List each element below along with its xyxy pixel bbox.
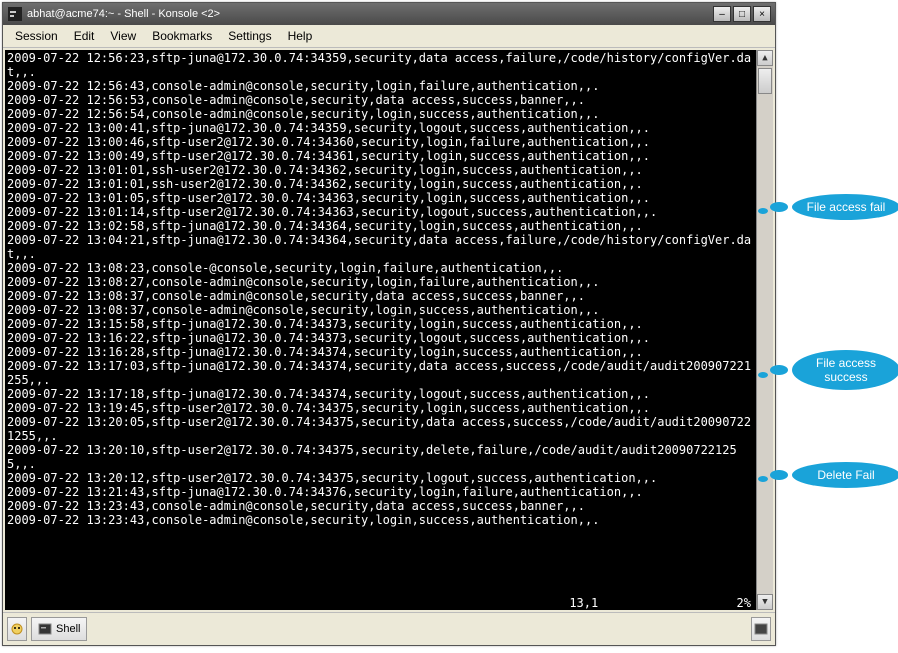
menu-view[interactable]: View [102, 27, 144, 45]
terminal-container: 2009-07-22 12:56:23,sftp-juna@172.30.0.7… [3, 48, 775, 612]
callout-file-access-success: File access success [792, 350, 898, 390]
log-line: 2009-07-22 13:16:28,sftp-juna@172.30.0.7… [7, 345, 755, 359]
tab-shell[interactable]: Shell [31, 617, 87, 641]
callout-text: Delete Fail [817, 468, 874, 482]
menu-settings[interactable]: Settings [220, 27, 279, 45]
new-session-icon [10, 622, 24, 636]
log-line: 2009-07-22 13:16:22,sftp-juna@172.30.0.7… [7, 331, 755, 345]
menu-edit[interactable]: Edit [66, 27, 103, 45]
log-line: 2009-07-22 13:08:23,console-@console,sec… [7, 261, 755, 275]
minimize-button[interactable]: – [713, 6, 731, 22]
scroll-up-arrow-icon[interactable]: ▲ [757, 50, 773, 66]
menu-help[interactable]: Help [280, 27, 321, 45]
window-titlebar[interactable]: abhat@acme74:~ - Shell - Konsole <2> – □… [3, 3, 775, 25]
log-line: 2009-07-22 13:21:43,sftp-juna@172.30.0.7… [7, 485, 755, 499]
log-line: 2009-07-22 13:01:01,ssh-user2@172.30.0.7… [7, 163, 755, 177]
log-line: 2009-07-22 13:17:03,sftp-juna@172.30.0.7… [7, 359, 755, 387]
window-title: abhat@acme74:~ - Shell - Konsole <2> [27, 8, 711, 20]
maximize-button[interactable]: □ [733, 6, 751, 22]
log-line: 2009-07-22 13:04:21,sftp-juna@172.30.0.7… [7, 233, 755, 261]
log-line: 2009-07-22 13:19:45,sftp-user2@172.30.0.… [7, 401, 755, 415]
log-line: 2009-07-22 13:00:49,sftp-user2@172.30.0.… [7, 149, 755, 163]
log-line: 2009-07-22 13:00:41,sftp-juna@172.30.0.7… [7, 121, 755, 135]
callout-text: File access fail [807, 200, 886, 214]
callout-text-line1: File access [816, 356, 876, 370]
scroll-down-arrow-icon[interactable]: ▼ [757, 594, 773, 610]
log-line: 2009-07-22 13:00:46,sftp-user2@172.30.0.… [7, 135, 755, 149]
log-line: 2009-07-22 13:23:43,console-admin@consol… [7, 513, 755, 527]
log-line: 2009-07-22 13:08:27,console-admin@consol… [7, 275, 755, 289]
cursor-position: 13,1 [569, 596, 729, 610]
terminal-content[interactable]: 2009-07-22 12:56:23,sftp-juna@172.30.0.7… [5, 50, 757, 610]
menu-bar: Session Edit View Bookmarks Settings Hel… [3, 25, 775, 48]
tab-label: Shell [56, 623, 80, 635]
menu-bookmarks[interactable]: Bookmarks [144, 27, 220, 45]
log-line: 2009-07-22 13:08:37,console-admin@consol… [7, 303, 755, 317]
log-line: 2009-07-22 13:08:37,console-admin@consol… [7, 289, 755, 303]
close-button[interactable]: × [753, 6, 771, 22]
log-line: 2009-07-22 13:15:58,sftp-juna@172.30.0.7… [7, 317, 755, 331]
callout-delete-fail: Delete Fail [792, 462, 898, 488]
terminal-status: 13,1 2% [569, 596, 751, 610]
shell-icon [38, 622, 52, 636]
close-tab-button[interactable] [751, 617, 771, 641]
menu-session[interactable]: Session [7, 27, 66, 45]
log-line: 2009-07-22 13:02:58,sftp-juna@172.30.0.7… [7, 219, 755, 233]
konsole-window: abhat@acme74:~ - Shell - Konsole <2> – □… [2, 2, 776, 646]
log-line: 2009-07-22 13:17:18,sftp-juna@172.30.0.7… [7, 387, 755, 401]
terminal[interactable]: 2009-07-22 12:56:23,sftp-juna@172.30.0.7… [5, 50, 773, 610]
log-line: 2009-07-22 13:01:01,ssh-user2@172.30.0.7… [7, 177, 755, 191]
tab-close-icon [754, 622, 768, 636]
scroll-percent: 2% [737, 596, 751, 610]
scrollbar[interactable]: ▲ ▼ [756, 50, 773, 610]
log-line: 2009-07-22 13:01:14,sftp-user2@172.30.0.… [7, 205, 755, 219]
log-line: 2009-07-22 13:20:12,sftp-user2@172.30.0.… [7, 471, 755, 485]
callout-file-access-fail: File access fail [792, 194, 898, 220]
log-line: 2009-07-22 13:01:05,sftp-user2@172.30.0.… [7, 191, 755, 205]
log-line: 2009-07-22 12:56:43,console-admin@consol… [7, 79, 755, 93]
log-line: 2009-07-22 13:20:05,sftp-user2@172.30.0.… [7, 415, 755, 443]
log-line: 2009-07-22 12:56:23,sftp-juna@172.30.0.7… [7, 51, 755, 79]
app-icon [7, 6, 23, 22]
log-line: 2009-07-22 12:56:53,console-admin@consol… [7, 93, 755, 107]
scrollbar-thumb[interactable] [758, 68, 772, 94]
log-line: 2009-07-22 13:23:43,console-admin@consol… [7, 499, 755, 513]
callout-text-line2: success [824, 370, 867, 384]
new-tab-button[interactable] [7, 617, 27, 641]
log-line: 2009-07-22 13:20:10,sftp-user2@172.30.0.… [7, 443, 755, 471]
log-line: 2009-07-22 12:56:54,console-admin@consol… [7, 107, 755, 121]
tab-bar: Shell [3, 612, 775, 645]
